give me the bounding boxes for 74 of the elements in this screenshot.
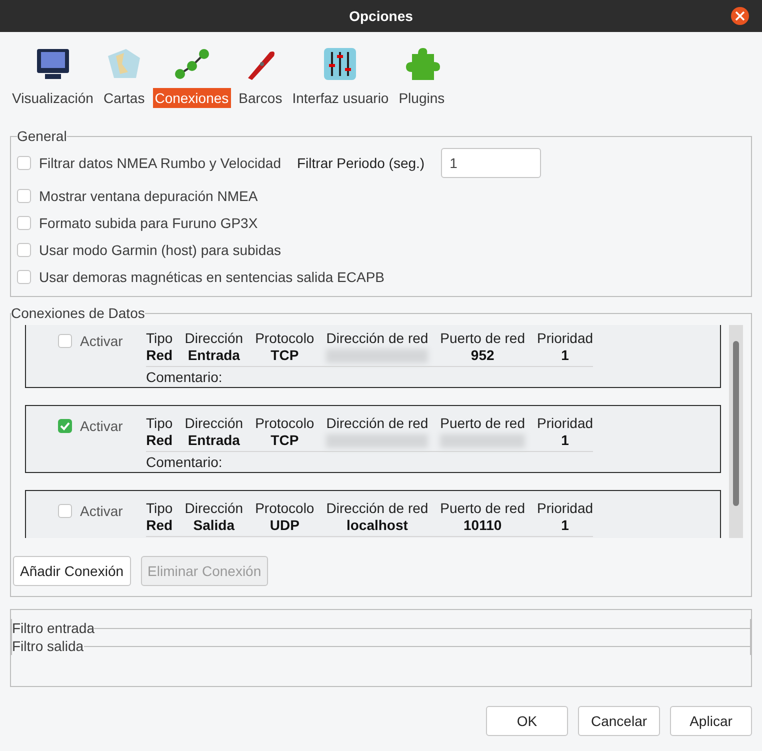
- dialog-button[interactable]: Aplicar: [670, 706, 752, 736]
- checkbox[interactable]: [17, 156, 31, 170]
- field-value: Red: [146, 517, 173, 534]
- column-header: Tipo: [146, 500, 173, 517]
- column-header: Protocolo: [255, 500, 314, 517]
- window-title: Opciones: [349, 8, 413, 24]
- column-header: Prioridad: [537, 330, 594, 347]
- tab[interactable]: Cartas: [101, 88, 147, 108]
- period-field[interactable]: 1: [440, 148, 541, 178]
- connection-card[interactable]: Activar Tipo Dirección Protocolo Dirección de red Puerto de red Prioridad Red Entrada TCP 952 1 Comentario:: [25, 325, 721, 388]
- checkbox-label: Activar: [80, 503, 123, 519]
- group-title: General: [17, 128, 67, 144]
- field-value: Red: [146, 347, 173, 364]
- field-value: 1: [560, 517, 570, 534]
- checkbox[interactable]: [17, 216, 31, 230]
- field-value: 952: [470, 347, 496, 364]
- column-header: Dirección: [184, 330, 244, 347]
- comment-label: Comentario:: [146, 454, 224, 471]
- field-value: Red: [146, 432, 173, 449]
- field-value: 1: [560, 347, 570, 364]
- checkbox[interactable]: [58, 334, 72, 348]
- field-value: 1: [560, 432, 570, 449]
- checkbox[interactable]: [17, 270, 31, 284]
- tab[interactable]: Interfaz usuario: [290, 88, 391, 108]
- checkbox-label: Usar modo Garmin (host) para subidas: [39, 242, 281, 258]
- checkbox-label: Usar demoras magnéticas en sentencias salida ECAPB: [39, 268, 385, 284]
- field-value: Entrada: [186, 347, 241, 364]
- checkbox[interactable]: [58, 504, 72, 518]
- connection-card[interactable]: Activar Tipo Dirección Protocolo Dirección de red Puerto de red Prioridad Red Entrada TCP 1 Comentario:: [25, 405, 721, 473]
- column-header: Puerto de red: [440, 415, 526, 432]
- column-header: Dirección: [184, 500, 244, 517]
- tab[interactable]: Plugins: [396, 88, 447, 108]
- dialog-button[interactable]: Cancelar: [578, 706, 660, 736]
- column-header: Protocolo: [255, 415, 314, 432]
- column-header: Tipo: [146, 330, 173, 347]
- scrollbar-thumb[interactable]: [733, 341, 739, 506]
- field-value: localhost: [345, 517, 409, 534]
- checkbox[interactable]: [17, 188, 31, 202]
- checkbox-label: Activar: [80, 333, 123, 349]
- checkbox[interactable]: [17, 242, 31, 256]
- connection-button[interactable]: Añadir Conexión: [13, 556, 131, 586]
- field-value: 10110: [462, 517, 503, 534]
- dialog-button[interactable]: OK: [486, 706, 568, 736]
- close-icon: [735, 11, 745, 21]
- column-header: Dirección de red: [326, 415, 428, 432]
- period-label: Filtrar Periodo (seg.): [297, 155, 425, 171]
- connection-card[interactable]: Activar Tipo Dirección Protocolo Dirección de red Puerto de red Prioridad Red Salida UDP localhost 10110 1: [25, 490, 721, 538]
- field-value: TCP: [270, 347, 300, 364]
- column-header: Dirección de red: [326, 330, 428, 347]
- column-header: Tipo: [146, 415, 173, 432]
- close-button[interactable]: [731, 7, 749, 25]
- checkbox-label: Filtrar datos NMEA Rumbo y Velocidad: [39, 155, 281, 171]
- checkbox-label: Activar: [80, 418, 123, 434]
- filter-title: Filtro salida: [12, 638, 84, 654]
- comment-label: Comentario:: [146, 369, 224, 386]
- field-value: Salida: [192, 517, 236, 534]
- column-header: Dirección de red: [326, 500, 428, 517]
- field-value: UDP: [268, 517, 300, 534]
- tab[interactable]: Visualización: [10, 88, 96, 108]
- checkbox-label: Formato subida para Furuno GP3X: [39, 214, 258, 230]
- field-value: Entrada: [186, 432, 241, 449]
- group-title: Conexiones de Datos: [11, 305, 145, 321]
- field-value: TCP: [270, 432, 300, 449]
- column-header: Prioridad: [537, 500, 594, 517]
- tab[interactable]: Conexiones: [152, 88, 231, 108]
- column-header: Protocolo: [255, 330, 314, 347]
- checkbox-label: Mostrar ventana depuración NMEA: [39, 188, 258, 204]
- filter-title: Filtro entrada: [12, 620, 94, 636]
- column-header: Puerto de red: [440, 500, 526, 517]
- column-header: Prioridad: [537, 415, 594, 432]
- column-header: Dirección: [184, 415, 244, 432]
- checkbox[interactable]: [58, 419, 72, 433]
- column-header: Puerto de red: [440, 330, 526, 347]
- tab[interactable]: Barcos: [236, 88, 284, 108]
